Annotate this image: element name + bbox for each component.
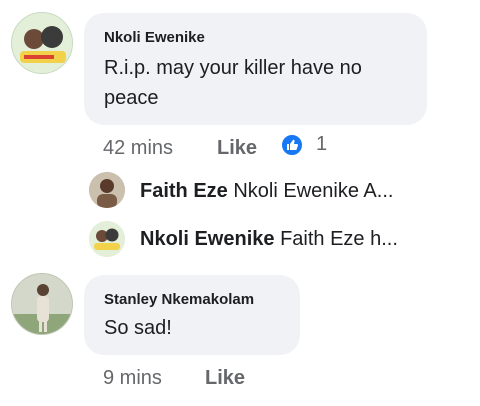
like-button[interactable]: Like	[217, 137, 257, 160]
reply-preview[interactable]: Faith Eze Nkoli Ewenike A...	[140, 180, 393, 203]
comment-text: R.i.p. may your killer have no peace	[104, 57, 362, 109]
profile-photo-icon	[89, 172, 125, 208]
reply-text: Nkoli Ewenike A...	[233, 180, 394, 202]
reply-author[interactable]: Faith Eze	[140, 180, 228, 202]
comment-text: So sad!	[104, 317, 172, 339]
profile-photo-icon	[12, 13, 72, 73]
reply-text: Faith Eze h...	[280, 228, 398, 250]
avatar-nkoli-ewenike[interactable]	[89, 221, 125, 257]
comment-author[interactable]: Stanley Nkemakolam	[104, 291, 254, 308]
comment-bubble: Nkoli Ewenike R.i.p. may your killer hav…	[84, 13, 427, 125]
comment-author[interactable]: Nkoli Ewenike	[104, 29, 205, 46]
thumbs-up-icon	[287, 139, 299, 150]
comment-bubble: Stanley Nkemakolam So sad!	[84, 275, 300, 355]
avatar-nkoli-ewenike[interactable]	[11, 12, 73, 74]
avatar-stanley-nkemakolam[interactable]	[11, 273, 73, 335]
like-icon[interactable]	[280, 133, 304, 157]
reply-preview[interactable]: Nkoli Ewenike Faith Eze h...	[140, 228, 398, 251]
comment-timestamp[interactable]: 42 mins	[103, 137, 173, 160]
reply-author[interactable]: Nkoli Ewenike	[140, 228, 275, 250]
profile-photo-icon	[89, 221, 125, 257]
reaction-count[interactable]: 1	[316, 133, 327, 156]
comment-timestamp[interactable]: 9 mins	[103, 367, 162, 390]
profile-photo-icon	[12, 274, 72, 334]
avatar-faith-eze[interactable]	[89, 172, 125, 208]
like-button[interactable]: Like	[205, 367, 245, 390]
